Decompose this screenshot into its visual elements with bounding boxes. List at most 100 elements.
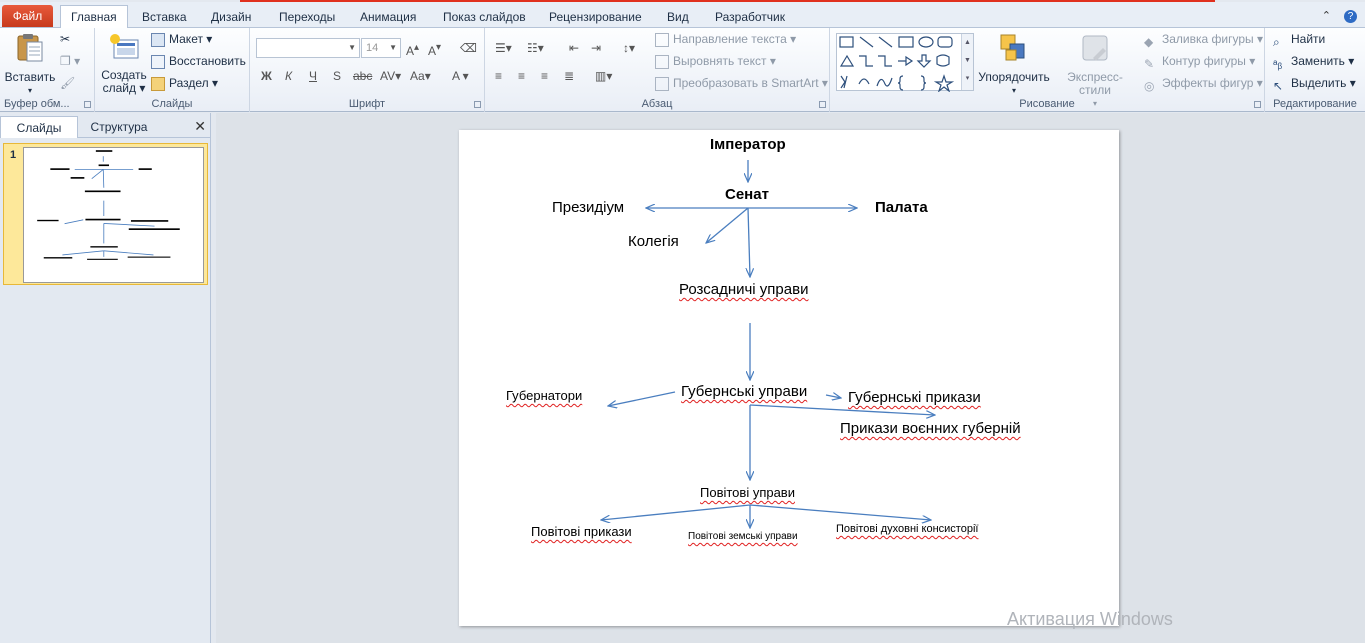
paragraph-launcher[interactable]	[819, 101, 826, 108]
group-slides: Создать слайд ▾ Макет ▾ Восстановить Раз…	[95, 28, 250, 112]
tab-animation[interactable]: Анимация	[350, 6, 426, 28]
tab-slideshow[interactable]: Показ слайдов	[433, 6, 536, 28]
group-label-clipboard: Буфер обм...	[4, 98, 70, 110]
group-label-editing: Редактирование	[1273, 98, 1357, 110]
tab-transitions[interactable]: Переходы	[269, 6, 345, 28]
shapes-gallery[interactable]: ▲ ▼ ▾	[836, 33, 974, 92]
group-editing: ⌕ Найти ᵃᵦ Заменить ▾ ↖ Выделить ▾ Редактир…	[1265, 28, 1365, 112]
reset-button[interactable]: Восстановить	[151, 52, 246, 70]
paste-icon	[17, 34, 43, 62]
node-presidium[interactable]: Президіум	[552, 199, 624, 216]
gallery-scroll[interactable]: ▲ ▼ ▾	[961, 34, 973, 90]
shape-outline-button[interactable]: ✎ Контур фигуры ▾	[1144, 52, 1255, 71]
drawing-launcher[interactable]	[1254, 101, 1261, 108]
format-painter-icon[interactable]: 🖌	[60, 74, 75, 92]
shape-effects-button[interactable]: ◎ Эффекты фигур ▾	[1144, 74, 1263, 93]
text-direction-button[interactable]: Направление текста ▾	[655, 30, 796, 48]
font-color-button[interactable]: A ▾	[452, 67, 469, 85]
node-collegium[interactable]: Колегія	[628, 233, 679, 250]
slide-thumbnail-1[interactable]: 1	[3, 143, 208, 285]
numbering-icon[interactable]: ☷▾	[527, 39, 544, 57]
line-spacing-icon[interactable]: ↕▾	[623, 39, 635, 57]
node-pov-zemstvo[interactable]: Повітові земські управи	[688, 531, 798, 542]
node-governors[interactable]: Губернатори	[506, 388, 582, 403]
italic-button[interactable]: К	[285, 67, 292, 85]
ribbon-collapse-icon[interactable]: ⌃	[1322, 10, 1331, 22]
group-clipboard: Вставить ▾ ✂ ❐ ▾ 🖌 Буфер обм...	[0, 28, 95, 112]
bold-button[interactable]: Ж	[261, 67, 272, 85]
decrease-indent-icon[interactable]: ⇤	[569, 39, 579, 57]
shadow-button[interactable]: S	[333, 67, 341, 85]
strikethrough-button[interactable]: abc	[353, 67, 372, 85]
section-button[interactable]: Раздел ▾	[151, 74, 218, 92]
increase-indent-icon[interactable]: ⇥	[591, 39, 601, 57]
tab-developer[interactable]: Разработчик	[705, 6, 795, 28]
thumbnail-diagram	[37, 150, 180, 260]
find-button[interactable]: ⌕ Найти	[1273, 30, 1325, 49]
tab-file[interactable]: Файл	[2, 5, 53, 27]
tab-home[interactable]: Главная	[60, 5, 128, 29]
align-text-button[interactable]: Выровнять текст ▾	[655, 52, 776, 70]
node-pov-orders[interactable]: Повітові прикази	[531, 524, 632, 539]
slide-thumbnail-preview	[23, 147, 204, 283]
align-center-icon[interactable]: ≡	[518, 67, 525, 85]
group-label-slides: Слайды	[151, 98, 193, 110]
slide-number: 1	[10, 149, 17, 161]
connector-gub-governors	[608, 391, 676, 406]
justify-icon[interactable]: ≣	[564, 67, 574, 85]
group-font: ▼ 14 ▼ A▴ A▾ ⌫ Ж К Ч S abc AV▾ Aa▾ A ▾ Шр…	[250, 28, 485, 112]
node-admin[interactable]: Розсадничі управи	[679, 281, 808, 298]
tab-insert[interactable]: Вставка	[132, 6, 197, 28]
replace-button[interactable]: ᵃᵦ Заменить ▾	[1273, 52, 1354, 71]
layout-button[interactable]: Макет ▾	[151, 30, 212, 48]
shrink-font-icon[interactable]: A▾	[428, 39, 441, 58]
node-chamber[interactable]: Палата	[875, 199, 928, 216]
clipboard-launcher[interactable]	[84, 101, 91, 108]
smartart-button[interactable]: Преобразовать в SmartArt ▾	[655, 74, 828, 92]
bullets-icon[interactable]: ☰▾	[495, 39, 512, 57]
change-case-button[interactable]: Aa▾	[410, 67, 431, 85]
node-pov-consistories[interactable]: Повітові духовні консисторії	[836, 523, 978, 535]
tab-view[interactable]: Вид	[657, 6, 699, 28]
arrange-button[interactable]: Упорядочить ▾	[978, 32, 1050, 97]
connector-senate-collegium	[706, 207, 749, 243]
columns-icon[interactable]: ▥▾	[595, 67, 612, 85]
select-button[interactable]: ↖ Выделить ▾	[1273, 74, 1356, 93]
shapes-gallery-icons	[839, 36, 955, 92]
tab-slides[interactable]: Слайды	[0, 116, 78, 138]
connector-pov-orders	[601, 504, 751, 520]
node-gub-admin[interactable]: Губернські управи	[681, 383, 807, 400]
tab-design[interactable]: Дизайн	[201, 6, 261, 28]
clear-format-icon[interactable]: ⌫	[460, 39, 477, 57]
ribbon-tabbar: Файл Главная Вставка Дизайн Переходы Ани…	[0, 2, 1365, 29]
shape-fill-button[interactable]: ◆ Заливка фигуры ▾	[1144, 30, 1263, 49]
windows-activation-watermark: Активация Windows	[1007, 609, 1173, 629]
group-label-font: Шрифт	[348, 98, 386, 110]
font-name-combo[interactable]: ▼	[256, 38, 360, 58]
tab-outline[interactable]: Структура	[80, 116, 158, 138]
quick-styles-button[interactable]: Экспресс-стили ▾	[1052, 32, 1138, 110]
char-spacing-button[interactable]: AV▾	[380, 67, 401, 85]
close-pane-icon[interactable]: ✕	[194, 118, 206, 135]
font-launcher[interactable]	[474, 101, 481, 108]
node-pov-admin[interactable]: Повітові управи	[700, 485, 795, 500]
slide-canvas[interactable]: Імператор Сенат Президіум Палата Колегія…	[459, 130, 1119, 626]
underline-button[interactable]: Ч	[309, 67, 317, 85]
copy-icon[interactable]: ❐ ▾	[60, 52, 80, 70]
cut-icon[interactable]: ✂	[60, 30, 70, 48]
slides-pane: Слайды Структура ✕ 1	[0, 113, 211, 643]
node-senate[interactable]: Сенат	[725, 186, 769, 203]
node-gub-orders[interactable]: Губернські прикази	[848, 389, 981, 406]
node-emperor[interactable]: Імператор	[710, 136, 786, 153]
paste-button[interactable]: Вставить ▾	[4, 32, 56, 97]
align-right-icon[interactable]: ≡	[541, 67, 548, 85]
group-label-drawing: Рисование	[1019, 98, 1075, 110]
quick-styles-icon	[1082, 35, 1108, 61]
align-left-icon[interactable]: ≡	[495, 67, 502, 85]
node-military-orders[interactable]: Прикази воєнних губерній	[840, 420, 1021, 437]
font-size-combo[interactable]: 14 ▼	[361, 38, 401, 58]
new-slide-button[interactable]: Создать слайд ▾	[101, 32, 147, 95]
grow-font-icon[interactable]: A▴	[406, 39, 419, 58]
help-icon[interactable]: ?	[1344, 10, 1357, 23]
tab-review[interactable]: Рецензирование	[539, 6, 652, 28]
